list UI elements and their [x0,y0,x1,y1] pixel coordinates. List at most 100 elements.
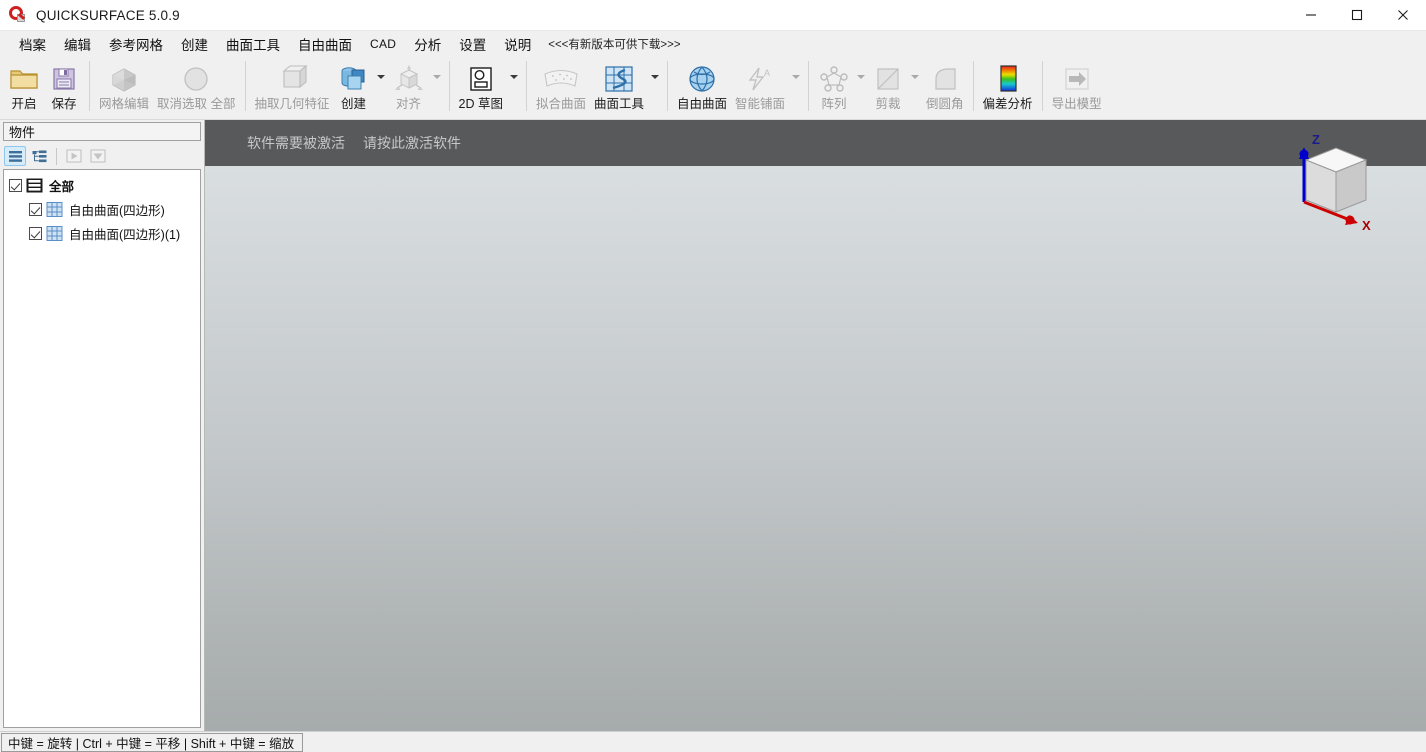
folder-icon [9,62,39,96]
tree-view-button[interactable] [28,146,50,166]
torus-sphere-icon [686,62,718,96]
x-axis-label: X [1362,218,1371,233]
filter-button[interactable] [87,146,109,166]
activation-message-action[interactable]: 请按此激活软件 [363,133,461,153]
extract-geometry-feature-button-label: 抽取几何特征 [254,97,330,111]
smart-surfacing-dropdown-arrow-icon[interactable] [789,57,803,91]
trim-dropdown-arrow-icon[interactable] [908,57,922,91]
tree-item-freeform-surface-quad-1-label: 自由曲面(四边形)(1) [69,227,181,242]
menu-cad[interactable]: CAD [361,34,405,54]
deselect-all-button-label: 取消选取 全部 [157,97,236,111]
fit-surface-button-label: 拟合曲面 [535,97,586,111]
list-view-button[interactable] [4,146,26,166]
ribbon-group-surface: 拟合曲面 曲面工具 [532,57,662,120]
minimize-button[interactable] [1288,0,1334,31]
window-controls [1288,0,1426,31]
new-version-notice[interactable]: <<<有新版本可供下载>>> [540,33,688,55]
trim-icon [874,62,902,96]
ribbon-group-sketch: 2D 草图 [455,57,521,120]
freeform-surface-button[interactable]: 自由曲面 [673,57,731,111]
fit-surface-icon [542,62,580,96]
objects-panel-header: 物件 [3,122,201,141]
align-cube-icon [392,62,426,96]
menu-edit[interactable]: 编辑 [55,31,100,57]
objects-panel: 物件 全部 自由曲面(四边形) 自由曲面(四边形)(1) [0,120,205,731]
extract-geometry-feature-button[interactable]: 抽取几何特征 [251,57,334,111]
sketch-2d-button[interactable]: 2D 草图 [455,57,507,111]
surface-tools-button[interactable]: 曲面工具 [590,57,648,111]
ribbon-group-export: 导出模型 [1048,57,1106,120]
ribbon-separator [244,61,246,111]
menu-reference-mesh[interactable]: 参考网格 [100,31,172,57]
align-dropdown-arrow-icon[interactable] [430,57,444,91]
menu-help[interactable]: 说明 [495,31,540,57]
create-dropdown-arrow-icon[interactable] [374,57,388,91]
tree-item-freeform-surface-quad[interactable]: 自由曲面(四边形) [4,197,200,221]
circle-icon [182,62,210,96]
main-body: 物件 全部 自由曲面(四边形) 自由曲面(四边形)(1) 软件需要被激活 请按此… [0,120,1426,731]
grid-surface-icon [46,201,63,217]
trim-button[interactable]: 剪裁 [868,57,908,111]
export-arrow-icon [1062,62,1092,96]
mesh-edit-button[interactable]: 网格编辑 [95,57,153,111]
create-tool-wrap: 创建 [334,57,388,111]
view-cube[interactable]: Z X [1278,130,1378,240]
z-axis-label: Z [1312,132,1320,147]
surface-tools-button-label: 曲面工具 [593,97,644,111]
smart-surfacing-wrap: A 智能铺面 [731,57,803,111]
array-wrap: 阵列 [814,57,868,111]
menu-file[interactable]: 档案 [10,31,55,57]
array-dropdown-arrow-icon[interactable] [854,57,868,91]
tree-item-freeform-surface-quad-1-checkbox[interactable] [29,226,42,240]
title-bar: QUICKSURFACE 5.0.9 [0,0,1426,31]
surface-tools-dropdown-arrow-icon[interactable] [648,57,662,91]
tree-item-all-checkbox[interactable] [9,178,22,192]
objects-panel-title: 物件 [9,125,36,140]
window-title: QUICKSURFACE 5.0.9 [36,7,180,23]
menu-create[interactable]: 创建 [172,31,217,57]
close-button[interactable] [1380,0,1426,31]
maximize-button[interactable] [1334,0,1380,31]
cylinder-cube-icon [338,62,370,96]
ribbon-separator [1041,61,1043,111]
menu-analysis[interactable]: 分析 [405,31,450,57]
open-button-label: 开启 [11,97,37,111]
deselect-all-button[interactable]: 取消选取 全部 [153,57,239,111]
tree-item-freeform-surface-quad-1[interactable]: 自由曲面(四边形)(1) [4,221,200,245]
open-button[interactable]: 开启 [4,57,44,111]
create-button-label: 创建 [341,97,367,111]
ribbon-group-freeform: 自由曲面 A 智能铺面 [673,57,803,120]
status-hint-text: 中键 = 旋转 | Ctrl + 中键 = 平移 | Shift + 中键 = … [8,736,295,751]
export-model-button-label: 导出模型 [1051,97,1102,111]
menu-freeform-surface[interactable]: 自由曲面 [289,31,361,57]
tree-item-freeform-surface-quad-label: 自由曲面(四边形) [69,203,165,218]
sketch-2d-button-label: 2D 草图 [458,97,503,111]
surface-grid-icon [603,62,635,96]
save-button[interactable]: 保存 [44,57,84,111]
align-button[interactable]: 对齐 [388,57,430,111]
create-button[interactable]: 创建 [334,57,374,111]
menu-settings[interactable]: 设置 [450,31,495,57]
fillet-button-label: 倒圆角 [926,97,964,111]
export-model-button[interactable]: 导出模型 [1048,57,1106,111]
sketch-2d-icon [467,62,495,96]
objects-tree[interactable]: 全部 自由曲面(四边形) 自由曲面(四边形)(1) [3,169,201,728]
play-button[interactable] [63,146,85,166]
activation-banner[interactable]: 软件需要被激活 请按此激活软件 [205,120,1426,166]
status-hint-box: 中键 = 旋转 | Ctrl + 中键 = 平移 | Shift + 中键 = … [1,732,304,752]
deviation-analysis-button[interactable]: 偏差分析 [979,57,1037,111]
3d-viewport[interactable]: 软件需要被激活 请按此激活软件 Z X [205,120,1426,731]
tree-item-all[interactable]: 全部 [4,173,200,197]
fit-surface-button[interactable]: 拟合曲面 [532,57,590,111]
ribbon-separator [89,61,90,111]
cube-wire-icon [275,62,309,96]
array-button[interactable]: 阵列 [814,57,854,111]
sketch-2d-dropdown-arrow-icon[interactable] [507,57,521,91]
freeform-surface-button-label: 自由曲面 [677,97,728,111]
ribbon-group-mesh: 网格编辑 取消选取 全部 [95,57,240,120]
smart-surfacing-button[interactable]: A 智能铺面 [731,57,789,111]
ribbon-group-analysis: 偏差分析 [979,57,1037,120]
fillet-button[interactable]: 倒圆角 [922,57,968,111]
menu-surface-tools[interactable]: 曲面工具 [217,31,289,57]
tree-item-freeform-surface-quad-checkbox[interactable] [29,202,42,216]
